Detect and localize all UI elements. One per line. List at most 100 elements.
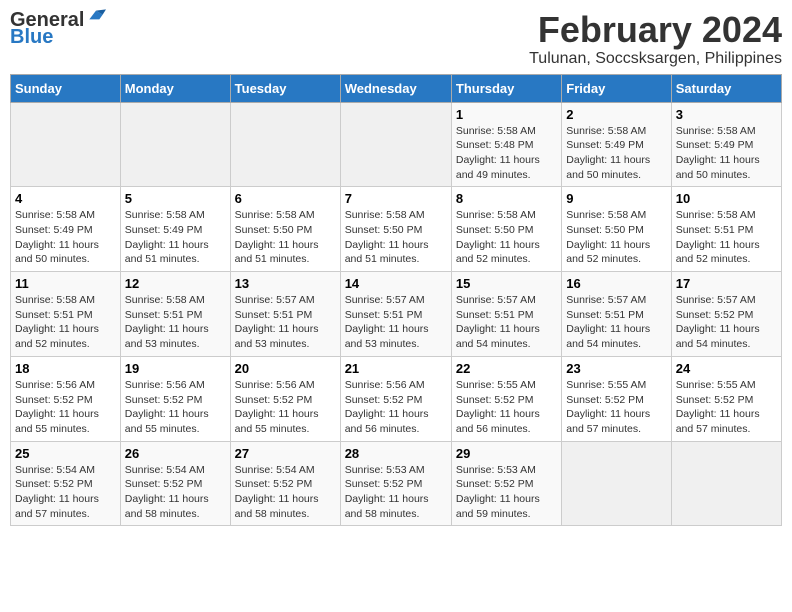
day-info: Sunrise: 5:56 AMSunset: 5:52 PMDaylight:… [125,378,226,437]
day-number: 2 [566,107,666,122]
dow-header: Friday [562,74,671,102]
day-info: Sunrise: 5:58 AMSunset: 5:49 PMDaylight:… [676,124,777,183]
calendar-cell: 24 Sunrise: 5:55 AMSunset: 5:52 PMDayligh… [671,356,781,441]
calendar-cell: 26 Sunrise: 5:54 AMSunset: 5:52 PMDayligh… [120,441,230,526]
day-info: Sunrise: 5:55 AMSunset: 5:52 PMDaylight:… [456,378,557,437]
day-info: Sunrise: 5:56 AMSunset: 5:52 PMDaylight:… [15,378,116,437]
logo-blue-text: Blue [10,26,53,49]
calendar-cell: 7 Sunrise: 5:58 AMSunset: 5:50 PMDaylight… [340,187,451,272]
day-number: 7 [345,191,447,206]
day-info: Sunrise: 5:58 AMSunset: 5:50 PMDaylight:… [235,208,336,267]
calendar-cell: 14 Sunrise: 5:57 AMSunset: 5:51 PMDayligh… [340,272,451,357]
day-info: Sunrise: 5:58 AMSunset: 5:50 PMDaylight:… [345,208,447,267]
day-info: Sunrise: 5:57 AMSunset: 5:51 PMDaylight:… [566,293,666,352]
day-info: Sunrise: 5:57 AMSunset: 5:52 PMDaylight:… [676,293,777,352]
calendar-cell: 5 Sunrise: 5:58 AMSunset: 5:49 PMDaylight… [120,187,230,272]
calendar-cell: 3 Sunrise: 5:58 AMSunset: 5:49 PMDaylight… [671,102,781,187]
day-info: Sunrise: 5:55 AMSunset: 5:52 PMDaylight:… [676,378,777,437]
day-info: Sunrise: 5:54 AMSunset: 5:52 PMDaylight:… [125,463,226,522]
day-number: 28 [345,446,447,461]
day-number: 4 [15,191,116,206]
day-info: Sunrise: 5:58 AMSunset: 5:48 PMDaylight:… [456,124,557,183]
calendar-cell: 17 Sunrise: 5:57 AMSunset: 5:52 PMDayligh… [671,272,781,357]
calendar-cell: 15Sunrise: 5:57 AMSunset: 5:51 PMDayligh… [451,272,561,357]
calendar-cell: 13 Sunrise: 5:57 AMSunset: 5:51 PMDayligh… [230,272,340,357]
day-info: Sunrise: 5:58 AMSunset: 5:49 PMDaylight:… [566,124,666,183]
day-number: 5 [125,191,226,206]
calendar-cell: 27 Sunrise: 5:54 AMSunset: 5:52 PMDayligh… [230,441,340,526]
calendar-cell: 16 Sunrise: 5:57 AMSunset: 5:51 PMDayligh… [562,272,671,357]
day-info: Sunrise: 5:58 AMSunset: 5:50 PMDaylight:… [566,208,666,267]
calendar-cell: 6 Sunrise: 5:58 AMSunset: 5:50 PMDaylight… [230,187,340,272]
day-info: Sunrise: 5:53 AMSunset: 5:52 PMDaylight:… [345,463,447,522]
day-info: Sunrise: 5:57 AMSunset: 5:51 PMDaylight:… [235,293,336,352]
day-info: Sunrise: 5:56 AMSunset: 5:52 PMDaylight:… [345,378,447,437]
logo-bird-icon [86,9,106,23]
day-info: Sunrise: 5:55 AMSunset: 5:52 PMDaylight:… [566,378,666,437]
dow-header: Sunday [11,74,121,102]
calendar-cell: 28 Sunrise: 5:53 AMSunset: 5:52 PMDayligh… [340,441,451,526]
calendar-cell [230,102,340,187]
day-info: Sunrise: 5:58 AMSunset: 5:49 PMDaylight:… [15,208,116,267]
day-number: 29 [456,446,557,461]
calendar-cell: 18 Sunrise: 5:56 AMSunset: 5:52 PMDayligh… [11,356,121,441]
day-number: 9 [566,191,666,206]
calendar-cell: 25 Sunrise: 5:54 AMSunset: 5:52 PMDayligh… [11,441,121,526]
day-number: 25 [15,446,116,461]
day-number: 23 [566,361,666,376]
header: General Blue February 2024 Tulunan, Socc… [10,10,782,68]
day-number: 15 [456,276,557,291]
calendar-cell: 22Sunrise: 5:55 AMSunset: 5:52 PMDayligh… [451,356,561,441]
calendar-cell: 8 Sunrise: 5:58 AMSunset: 5:50 PMDaylight… [451,187,561,272]
calendar-title: February 2024 [529,10,782,50]
day-info: Sunrise: 5:54 AMSunset: 5:52 PMDaylight:… [15,463,116,522]
calendar-cell: 21 Sunrise: 5:56 AMSunset: 5:52 PMDayligh… [340,356,451,441]
day-info: Sunrise: 5:58 AMSunset: 5:51 PMDaylight:… [15,293,116,352]
calendar-cell [671,441,781,526]
day-number: 16 [566,276,666,291]
calendar-cell: 1 Sunrise: 5:58 AMSunset: 5:48 PMDaylight… [451,102,561,187]
dow-header: Tuesday [230,74,340,102]
day-info: Sunrise: 5:56 AMSunset: 5:52 PMDaylight:… [235,378,336,437]
calendar-cell: 10 Sunrise: 5:58 AMSunset: 5:51 PMDayligh… [671,187,781,272]
day-number: 1 [456,107,557,122]
day-number: 14 [345,276,447,291]
calendar-cell: 23 Sunrise: 5:55 AMSunset: 5:52 PMDayligh… [562,356,671,441]
dow-header: Wednesday [340,74,451,102]
calendar-cell [562,441,671,526]
day-info: Sunrise: 5:57 AMSunset: 5:51 PMDaylight:… [345,293,447,352]
calendar-cell: 19 Sunrise: 5:56 AMSunset: 5:52 PMDayligh… [120,356,230,441]
calendar-cell: 20Sunrise: 5:56 AMSunset: 5:52 PMDayligh… [230,356,340,441]
dow-header: Thursday [451,74,561,102]
calendar-cell [120,102,230,187]
day-number: 11 [15,276,116,291]
logo: General Blue [10,10,106,49]
day-number: 26 [125,446,226,461]
calendar-table: SundayMondayTuesdayWednesdayThursdayFrid… [10,74,782,527]
day-number: 12 [125,276,226,291]
day-info: Sunrise: 5:58 AMSunset: 5:51 PMDaylight:… [125,293,226,352]
day-info: Sunrise: 5:58 AMSunset: 5:49 PMDaylight:… [125,208,226,267]
calendar-cell: 11 Sunrise: 5:58 AMSunset: 5:51 PMDayligh… [11,272,121,357]
day-number: 17 [676,276,777,291]
day-number: 6 [235,191,336,206]
day-number: 10 [676,191,777,206]
day-number: 8 [456,191,557,206]
calendar-cell [340,102,451,187]
day-info: Sunrise: 5:58 AMSunset: 5:51 PMDaylight:… [676,208,777,267]
day-number: 18 [15,361,116,376]
day-number: 21 [345,361,447,376]
dow-header: Monday [120,74,230,102]
day-info: Sunrise: 5:58 AMSunset: 5:50 PMDaylight:… [456,208,557,267]
calendar-cell: 9 Sunrise: 5:58 AMSunset: 5:50 PMDaylight… [562,187,671,272]
calendar-subtitle: Tulunan, Soccsksargen, Philippines [529,50,782,68]
calendar-cell: 12 Sunrise: 5:58 AMSunset: 5:51 PMDayligh… [120,272,230,357]
day-number: 3 [676,107,777,122]
day-number: 13 [235,276,336,291]
calendar-cell: 29Sunrise: 5:53 AMSunset: 5:52 PMDayligh… [451,441,561,526]
day-number: 24 [676,361,777,376]
day-number: 19 [125,361,226,376]
calendar-cell: 2 Sunrise: 5:58 AMSunset: 5:49 PMDaylight… [562,102,671,187]
day-info: Sunrise: 5:54 AMSunset: 5:52 PMDaylight:… [235,463,336,522]
day-number: 27 [235,446,336,461]
